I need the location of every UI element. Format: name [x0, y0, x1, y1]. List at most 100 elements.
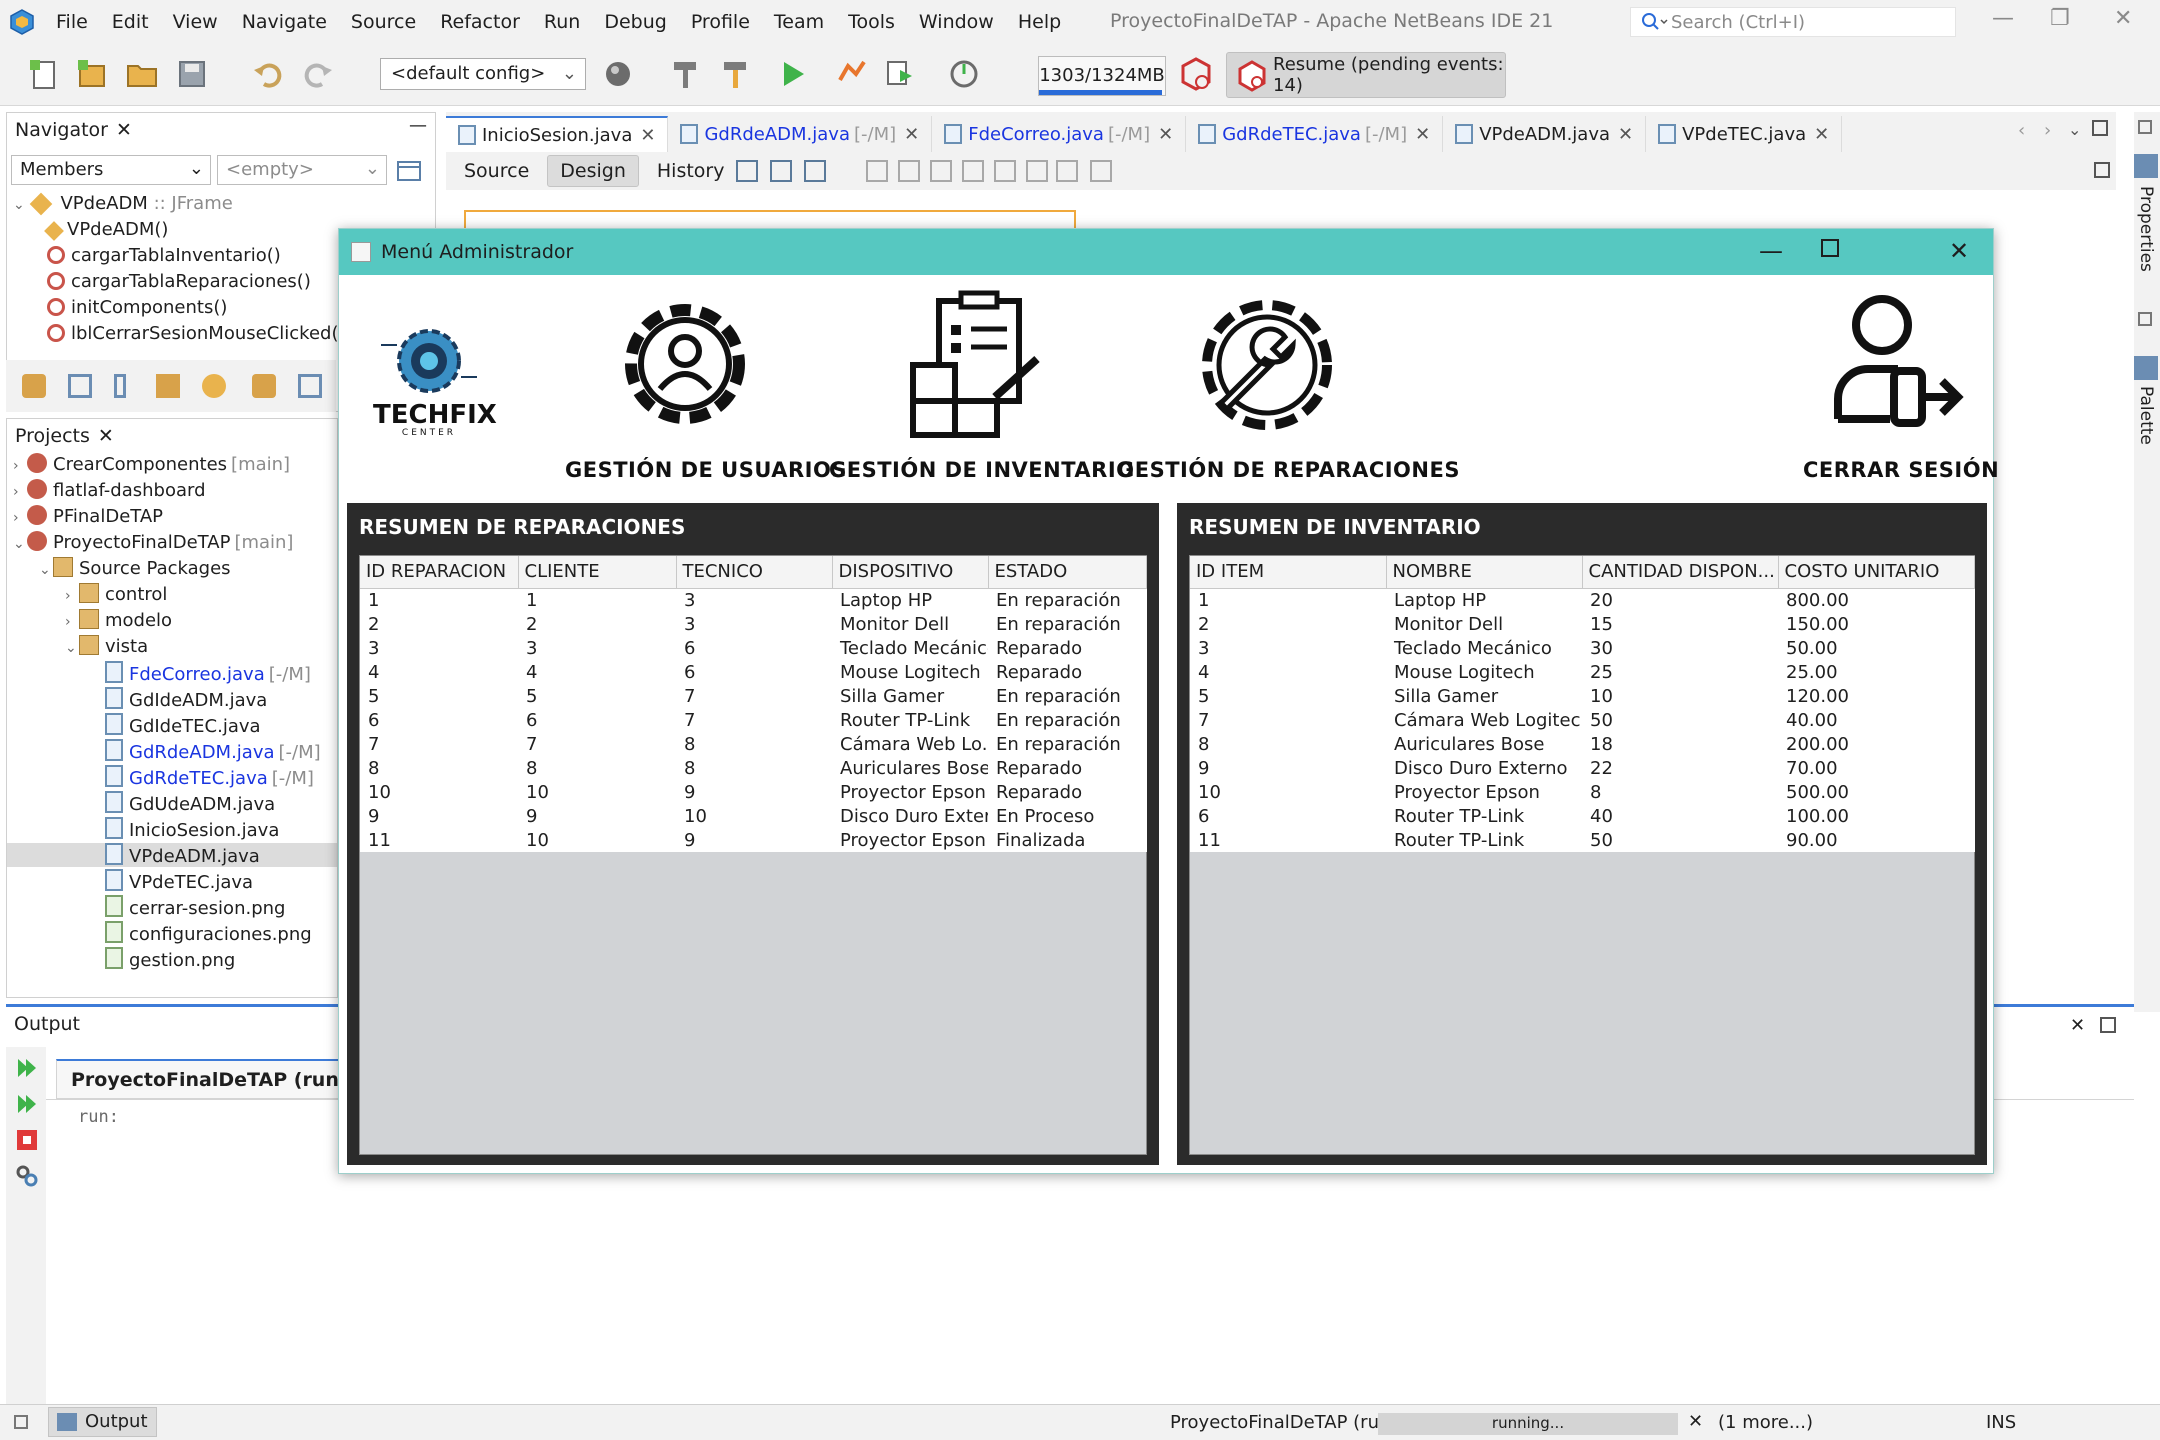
close-tab-icon[interactable]: ✕	[1158, 124, 1173, 145]
chevron-right-icon[interactable]: ›	[65, 614, 79, 630]
table-row[interactable]: 1 1 3 Laptop HP En reparación	[360, 588, 1146, 612]
project-tree-item[interactable]: InicioSesion.java	[91, 817, 279, 841]
project-tree-item[interactable]: ⌄ vista	[65, 635, 148, 657]
table-row[interactable]: 6 6 7 Router TP-Link En reparación	[360, 708, 1146, 732]
project-tree-item[interactable]: › PFinalDeTAP	[13, 505, 163, 527]
gc-icon[interactable]	[1178, 56, 1214, 92]
close-navigator-icon[interactable]: ✕	[116, 119, 132, 141]
table-row[interactable]: 8 8 8 Auriculares Bose Reparado	[360, 756, 1146, 780]
tab-scroll-left-icon[interactable]: ‹	[2018, 120, 2025, 141]
table-row[interactable]: 5 Silla Gamer 10 120.00	[1190, 684, 1974, 708]
table-row[interactable]: 2 Monitor Dell 15 150.00	[1190, 612, 1974, 636]
logout-button[interactable]: CERRAR SESIÓN	[1803, 289, 1999, 482]
menu-item-tools[interactable]: Tools	[836, 11, 907, 33]
close-output-icon[interactable]: ✕	[2070, 1015, 2085, 1036]
layout-icon[interactable]	[298, 374, 322, 398]
run-icon[interactable]	[776, 56, 812, 92]
editor-tab-gdrdeadm-java[interactable]: GdRdeADM.java [-/M] ✕	[668, 116, 933, 152]
editor-tab-vpdeadm-java[interactable]: VPdeADM.java ✕	[1443, 116, 1647, 152]
table-row[interactable]: 3 3 6 Teclado Mecánico Reparado	[360, 636, 1146, 660]
nav-member[interactable]: VPdeADM()	[44, 219, 168, 241]
navigator-options-icon[interactable]	[395, 157, 423, 185]
inventory-table[interactable]: ID ITEM NOMBRE CANTIDAD DISPON... COSTO UNI…	[1190, 556, 1975, 852]
restore-output-icon[interactable]	[14, 1415, 28, 1429]
save-all-icon[interactable]	[174, 56, 210, 92]
manage-users-button[interactable]: GESTIÓN DE USUARIOS	[565, 289, 846, 482]
inventory-table-container[interactable]: ID ITEM NOMBRE CANTIDAD DISPON... COSTO UNI…	[1189, 555, 1975, 1155]
profile-project-icon[interactable]	[946, 56, 982, 92]
project-tree-item[interactable]: ⌄ Source Packages	[39, 557, 231, 579]
menu-item-window[interactable]: Window	[907, 11, 1006, 33]
project-tree-item[interactable]: ⌄ ProyectoFinalDeTAP [main]	[13, 531, 293, 553]
settings-icon[interactable]	[14, 1163, 40, 1189]
menu-item-run[interactable]: Run	[532, 11, 592, 33]
resume-button[interactable]: Resume (pending events: 14)	[1226, 52, 1506, 98]
table-row[interactable]: 7 Cámara Web Logitech 50 40.00	[1190, 708, 1974, 732]
component-icon[interactable]	[202, 374, 226, 398]
project-tree-item[interactable]: VPdeADM.java	[7, 843, 337, 867]
menu-item-profile[interactable]: Profile	[679, 11, 762, 33]
tab-list-icon[interactable]: ⌄	[2068, 120, 2081, 139]
close-tab-icon[interactable]: ✕	[904, 124, 919, 145]
menu-item-navigate[interactable]: Navigate	[230, 11, 339, 33]
mode-design[interactable]: Design	[547, 155, 639, 187]
menu-item-refactor[interactable]: Refactor	[428, 11, 532, 33]
column-header[interactable]: ID REPARACION	[360, 556, 519, 589]
chevron-down-icon[interactable]: ⌄	[65, 640, 79, 656]
minimize-icon[interactable]: —	[1759, 237, 1783, 265]
palette-tab[interactable]: Palette	[2136, 386, 2156, 445]
nav-root[interactable]: ⌄ VPdeADM :: JFrame	[13, 192, 233, 216]
build-icon[interactable]	[668, 56, 704, 92]
project-tree-item[interactable]: GdRdeADM.java [-/M]	[91, 739, 321, 763]
cancel-task-icon[interactable]: ✕	[1688, 1411, 1703, 1432]
memory-indicator[interactable]: 1303/1324MB	[1038, 56, 1166, 96]
restore-icon[interactable]: ❐	[2050, 6, 2070, 31]
redo-icon[interactable]	[300, 56, 336, 92]
menu-item-file[interactable]: File	[44, 11, 100, 33]
close-projects-icon[interactable]: ✕	[98, 425, 114, 447]
align-left-icon[interactable]	[866, 160, 888, 182]
project-tree-item[interactable]: GdIdeADM.java	[91, 687, 267, 711]
close-icon[interactable]: ✕	[2114, 6, 2132, 31]
chevron-down-icon[interactable]: ⌄	[39, 562, 53, 578]
project-tree-item[interactable]: configuraciones.png	[91, 921, 312, 945]
column-header[interactable]: NOMBRE	[1386, 556, 1583, 589]
table-row[interactable]: 2 2 3 Monitor Dell En reparación	[360, 612, 1146, 636]
align-bottom-icon[interactable]	[994, 160, 1016, 182]
minimize-icon[interactable]: —	[1992, 6, 2014, 31]
repairs-table-container[interactable]: ID REPARACION CLIENTE TECNICO DISPOSITIVO ES…	[359, 555, 1147, 1155]
debug-icon[interactable]	[834, 56, 870, 92]
profile-icon[interactable]	[882, 56, 918, 92]
table-row[interactable]: 10 10 9 Proyector Epson Reparado	[360, 780, 1146, 804]
project-tree-item[interactable]: GdRdeTEC.java [-/M]	[91, 765, 314, 789]
menu-item-view[interactable]: View	[161, 11, 230, 33]
column-header[interactable]: ESTADO	[988, 556, 1147, 589]
column-header[interactable]: DISPOSITIVO	[832, 556, 989, 589]
menu-item-team[interactable]: Team	[762, 11, 836, 33]
table-row[interactable]: 4 Mouse Logitech 25 25.00	[1190, 660, 1974, 684]
column-header[interactable]: COSTO UNITARIO	[1778, 556, 1975, 589]
projects-title[interactable]: Projects	[15, 425, 90, 447]
search-input[interactable]: Search (Ctrl+I)	[1630, 7, 1956, 37]
table-row[interactable]: 11 Router TP-Link 50 90.00	[1190, 828, 1974, 852]
project-tree-item[interactable]: › flatlaf-dashboard	[13, 479, 206, 501]
project-tree-item[interactable]: › CrearComponentes [main]	[13, 453, 290, 475]
editor-tab-fdecorreo-java[interactable]: FdeCorreo.java [-/M] ✕	[932, 116, 1187, 152]
project-tree-item[interactable]: FdeCorreo.java [-/M]	[91, 661, 311, 685]
chevron-right-icon[interactable]: ›	[65, 588, 79, 604]
palette-grid-icon[interactable]	[2094, 162, 2110, 178]
selection-mode-icon[interactable]	[736, 160, 758, 182]
column-header[interactable]: ID ITEM	[1190, 556, 1387, 589]
undo-icon[interactable]	[250, 56, 286, 92]
chevron-right-icon[interactable]: ›	[13, 484, 27, 500]
column-header[interactable]: CANTIDAD DISPON...	[1582, 556, 1779, 589]
nav-member[interactable]: cargarTablaInventario()	[47, 245, 281, 266]
center-horizontal-icon[interactable]	[930, 160, 952, 182]
globe-icon[interactable]	[602, 56, 638, 92]
clean-build-icon[interactable]	[718, 56, 754, 92]
table-row[interactable]: 5 5 7 Silla Gamer En reparación	[360, 684, 1146, 708]
nav-member[interactable]: cargarTablaReparaciones()	[47, 271, 311, 292]
project-tree-item[interactable]: VPdeTEC.java	[91, 869, 253, 893]
editor-tab-vpdetec-java[interactable]: VPdeTEC.java ✕	[1646, 116, 1843, 152]
new-project-icon[interactable]	[74, 56, 110, 92]
